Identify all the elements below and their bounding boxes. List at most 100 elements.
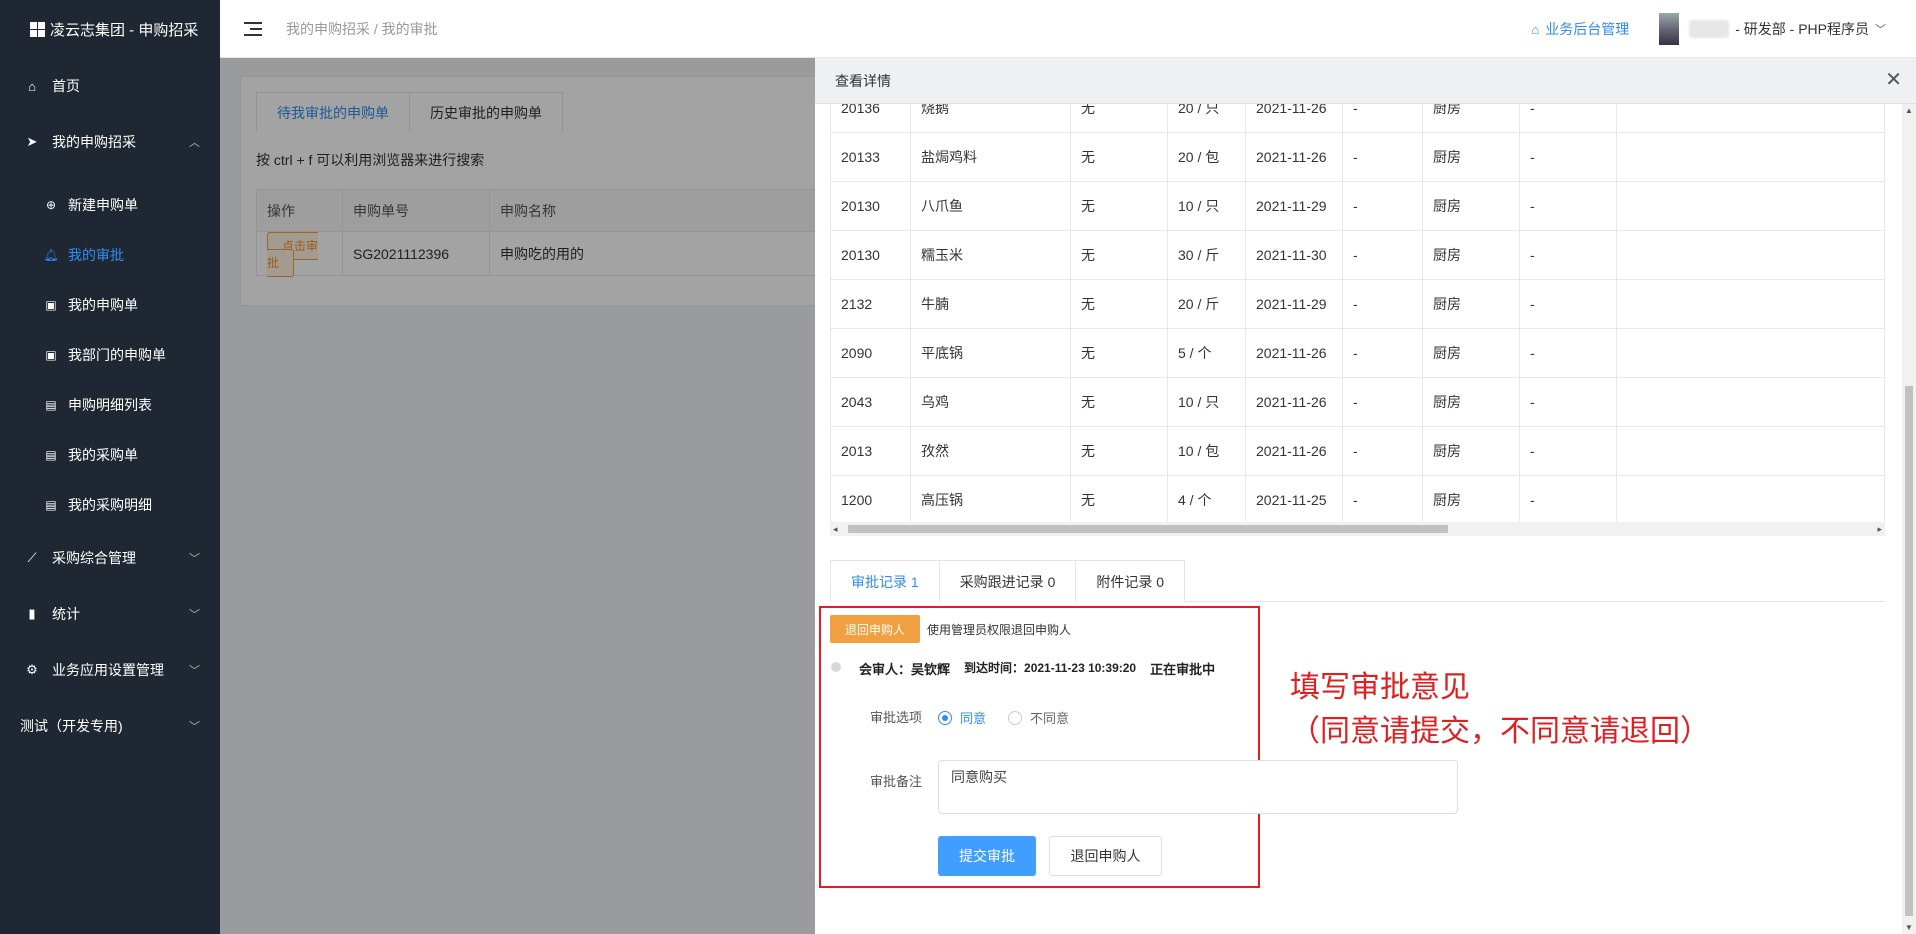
detail-table-viewport: 20136 烧鹅无 20 / 只 2021-11-26- 厨房 -20133 盐焗鸡料无 20… — [830, 104, 1885, 522]
timeline-dot — [831, 662, 841, 672]
chevron-down-icon: ﹀ — [189, 721, 200, 733]
table-cell-qty: 30 / 斤 — [1167, 230, 1246, 280]
table-cell-empty — [1616, 279, 1885, 329]
table-row: 2132 牛腩无 20 / 斤 2021-11-29- 厨房 - — [830, 279, 1885, 329]
close-icon[interactable]: ✕ — [1885, 70, 1902, 90]
table-cell-name: 平底锅 — [910, 328, 1071, 378]
clipboard-icon: ▤ — [45, 498, 57, 512]
chevron-up-icon: ︿ — [189, 137, 200, 149]
sidebar-item-my-purchase[interactable]: ➤ 我的申购招采 ︿ — [0, 114, 220, 170]
scroll-up-icon[interactable]: ▲ — [1905, 106, 1913, 115]
plus-circle-icon: ⊕ — [45, 198, 57, 212]
remark-textarea[interactable]: 同意购买 — [938, 760, 1458, 814]
tab-approval-records[interactable]: 审批记录 1 — [830, 560, 940, 602]
breadcrumb: 我的申购招采 / 我的审批 — [286, 20, 438, 37]
sidebar-item-label: 我的采购单 — [68, 447, 138, 463]
sidebar-item-request-details[interactable]: ▤ 申购明细列表 — [0, 380, 220, 430]
radio-disagree[interactable]: 不同意 — [1008, 708, 1069, 727]
table-cell-c6: - — [1342, 181, 1423, 231]
sidebar-item-new-request[interactable]: ⊕ 新建申购单 — [0, 180, 220, 230]
table-cell-qty: 10 / 包 — [1167, 426, 1246, 476]
table-cell-c6: - — [1342, 230, 1423, 280]
avatar[interactable] — [1659, 13, 1680, 45]
bag-icon: ▣ — [45, 298, 57, 312]
table-cell-empty — [1616, 377, 1885, 427]
top-header: 我的申购招采 / 我的审批 ⌂ 业务后台管理 - 研发部 - PHP程序员 ﹀ — [220, 0, 1916, 58]
brand-title: 凌云志集团 - 申购招采 — [50, 21, 199, 39]
sidebar-item-my-orders[interactable]: ▤ 我的采购单 — [0, 430, 220, 480]
bell-icon: 🔔︎ — [43, 248, 59, 262]
scrollbar-thumb[interactable] — [848, 525, 1448, 533]
table-cell-spec: 无 — [1070, 181, 1168, 231]
radio-agree[interactable]: 同意 — [938, 708, 986, 727]
table-cell-spec: 无 — [1070, 279, 1168, 329]
sidebar-item-label: 业务应用设置管理 — [52, 662, 164, 678]
scroll-right-icon[interactable]: ▸ — [1877, 522, 1882, 536]
table-row: 1200 高压锅无 4 / 个 2021-11-25- 厨房 - — [830, 475, 1885, 522]
menu-toggle-icon[interactable] — [244, 21, 262, 36]
gear-icon: ⚙ — [26, 662, 38, 677]
sidebar-item-label: 统计 — [52, 606, 80, 622]
horizontal-scrollbar[interactable]: ◂ ▸ — [830, 522, 1885, 536]
submit-approval-button[interactable]: 提交审批 — [938, 836, 1036, 876]
sidebar-item-label: 首页 — [52, 78, 80, 94]
table-cell-id: 2013 — [830, 426, 911, 476]
radio-circle — [1008, 710, 1022, 725]
tab-purchase-follow-up[interactable]: 采购跟进记录 0 — [939, 560, 1077, 602]
drawer-title: 查看详情 — [835, 72, 891, 89]
table-cell-c8: - — [1519, 104, 1617, 133]
table-cell-c6: - — [1342, 328, 1423, 378]
biz-admin-link[interactable]: ⌂ 业务后台管理 — [1531, 19, 1629, 39]
grid-logo-icon — [30, 21, 45, 37]
table-cell-spec: 无 — [1070, 230, 1168, 280]
sidebar-item-label: 申购明细列表 — [68, 397, 152, 413]
table-cell-c6: - — [1342, 279, 1423, 329]
sidebar-item-order-details[interactable]: ▤ 我的采购明细 — [0, 480, 220, 530]
scrollbar-thumb[interactable] — [1905, 386, 1913, 916]
table-cell-dept: 厨房 — [1422, 132, 1520, 182]
sidebar-item-dept-requests[interactable]: ▣ 我部门的申购单 — [0, 330, 220, 380]
admin-return-button[interactable]: 退回申购人 — [830, 615, 920, 643]
table-cell-c6: - — [1342, 426, 1423, 476]
user-name-blurred — [1689, 20, 1730, 38]
table-cell-name: 盐焗鸡料 — [910, 132, 1071, 182]
user-info[interactable]: - 研发部 - PHP程序员 — [1735, 19, 1869, 39]
table-cell-date: 2021-11-26 — [1245, 132, 1343, 182]
tab-attachments[interactable]: 附件记录 0 — [1076, 560, 1186, 602]
clipboard-check-icon: ▤ — [45, 448, 57, 462]
sidebar-item-test[interactable]: 测试（开发专用) ﹀ — [0, 698, 220, 754]
bar-chart-icon: ▮ — [28, 606, 36, 621]
table-cell-empty — [1616, 230, 1885, 280]
table-cell-spec: 无 — [1070, 104, 1168, 133]
scroll-down-icon[interactable]: ▼ — [1905, 923, 1913, 932]
scroll-left-icon[interactable]: ◂ — [833, 522, 838, 536]
table-cell-name: 八爪鱼 — [910, 181, 1071, 231]
table-cell-qty: 5 / 个 — [1167, 328, 1246, 378]
table-cell-c8: - — [1519, 328, 1617, 378]
sidebar-item-home[interactable]: ⌂ 首页 — [0, 58, 220, 114]
sidebar: 凌云志集团 - 申购招采 ⌂ 首页 ➤ 我的申购招采 ︿ ⊕ 新建申购单 🔔︎ … — [0, 0, 220, 934]
sidebar-item-my-requests[interactable]: ▣ 我的申购单 — [0, 280, 220, 330]
detail-drawer: 查看详情 ✕ 20136 烧鹅无 20 / 只 2021-11-26- 厨房 -20133… — [815, 58, 1916, 934]
instruction-annotation: 填写审批意见 （同意请提交，不同意请退回） — [1290, 666, 1710, 754]
sidebar-item-stats[interactable]: ▮ 统计 ﹀ — [0, 586, 220, 642]
annotation-line: （同意请提交，不同意请退回） — [1290, 715, 1710, 748]
remark-label: 审批备注 — [870, 774, 923, 789]
table-cell-empty — [1616, 181, 1885, 231]
sidebar-item-biz-settings[interactable]: ⚙ 业务应用设置管理 ﹀ — [0, 642, 220, 698]
detail-table: 20136 烧鹅无 20 / 只 2021-11-26- 厨房 -20133 盐焗鸡料无 20… — [830, 104, 1885, 522]
return-applicant-button[interactable]: 退回申购人 — [1049, 836, 1162, 876]
reviewer-name: 会审人：吴钦辉 — [859, 662, 951, 677]
sidebar-item-my-approval[interactable]: 🔔︎ 我的审批 — [0, 230, 220, 280]
table-cell-dept: 厨房 — [1422, 475, 1520, 522]
chevron-down-icon[interactable]: ﹀ — [1875, 21, 1886, 37]
annotation-line: 填写审批意见 — [1290, 671, 1470, 704]
vertical-scrollbar[interactable]: ▲ ▼ — [1902, 104, 1916, 934]
table-cell-empty — [1616, 132, 1885, 182]
table-row: 2013 孜然无 10 / 包 2021-11-26- 厨房 - — [830, 426, 1885, 476]
table-cell-spec: 无 — [1070, 328, 1168, 378]
bag-icon: ▣ — [45, 348, 57, 362]
sidebar-item-procurement-mgmt[interactable]: ⟋ 采购综合管理 ﹀ — [0, 530, 220, 586]
table-cell-c8: - — [1519, 475, 1617, 522]
radio-circle — [938, 710, 952, 725]
